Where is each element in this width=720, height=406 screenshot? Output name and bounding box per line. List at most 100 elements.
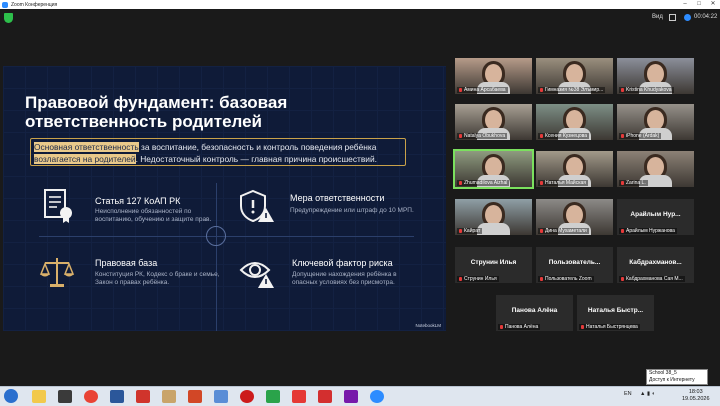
participant-tile[interactable]: Zhumadilova Aizhal — [453, 149, 534, 189]
participant-name-label: iPhone (Ardak) — [619, 133, 662, 139]
onenote-icon[interactable] — [344, 390, 358, 403]
participant-name-label: Zhumadilova Aizhal — [457, 180, 510, 186]
card-title: Мера ответственности — [290, 193, 385, 203]
slide-title: Правовой фундамент: базовая ответственно… — [25, 93, 288, 131]
muted-mic-icon — [500, 325, 503, 329]
participant-tile[interactable]: Ксения Кузнецова — [536, 104, 613, 140]
paint-icon[interactable] — [214, 390, 228, 403]
participant-tile[interactable]: Кабдрахманов... Кабдрахманова Сая М... — [617, 247, 694, 283]
muted-mic-icon — [621, 181, 624, 185]
muted-mic-icon — [621, 277, 624, 281]
participant-name: Струнин Илья — [464, 276, 497, 282]
participant-tile[interactable]: Natalya Obukhova — [455, 104, 532, 140]
muted-mic-icon — [540, 88, 543, 92]
word-icon[interactable] — [110, 390, 124, 403]
pdf-icon[interactable] — [318, 390, 332, 403]
participant-tile[interactable]: Наталья Майская — [536, 151, 613, 187]
participant-video — [485, 205, 502, 225]
yandex-icon[interactable] — [136, 390, 150, 403]
card-description: Конституция РК, Кодекс о браке и семье, … — [95, 271, 220, 286]
muted-mic-icon — [459, 88, 462, 92]
opera-icon[interactable] — [240, 390, 254, 403]
participant-name-label: Арайлым Нуржанова — [619, 228, 677, 234]
window-titlebar: Zoom Конференция – □ ✕ — [0, 0, 720, 9]
participant-tile[interactable]: Гимназия №38 Элъмир... — [536, 58, 613, 94]
meeting-timer: 00:04:22 — [694, 14, 718, 20]
participant-tile[interactable]: Пользователь... Пользователь Zoom — [536, 247, 613, 283]
security-shield-icon[interactable] — [4, 13, 13, 23]
eye-warning-icon — [239, 262, 274, 288]
participant-video — [647, 64, 664, 84]
participant-name-label: Ксения Кузнецова — [538, 133, 590, 139]
windows-taskbar: EN ▲ ▮ ◖ 18:03 19.05.2026 — [0, 386, 720, 406]
taskbar-clock[interactable]: 18:03 19.05.2026 — [682, 389, 710, 403]
participant-name-label: Natalya Obukhova — [457, 133, 508, 139]
participant-display-name: Струнин Илья — [470, 259, 517, 266]
muted-mic-icon — [540, 134, 543, 138]
card-description: Допущение нахождения ребёнка в опасных у… — [292, 271, 397, 286]
game-icon[interactable] — [58, 390, 72, 403]
participant-name: Наталья Быстрянцева — [586, 324, 638, 330]
maximize-icon[interactable]: □ — [692, 0, 706, 9]
photos-icon[interactable] — [162, 390, 176, 403]
view-button[interactable]: Вид — [652, 14, 663, 20]
participant-display-name: Кабдрахманов... — [629, 259, 682, 266]
muted-mic-icon — [459, 229, 462, 233]
tooltip-line: Доступ к Интернету — [649, 377, 695, 383]
participant-name-label: Наталья Быстрянцева — [579, 324, 640, 330]
participant-video — [566, 205, 583, 225]
muted-mic-icon — [581, 325, 584, 329]
participant-video — [566, 157, 583, 177]
center-circle — [206, 226, 226, 246]
scales-icon — [39, 258, 75, 287]
participant-video — [485, 157, 502, 177]
participant-video — [647, 110, 664, 130]
divider — [216, 183, 217, 331]
video-icon[interactable] — [266, 390, 280, 403]
participant-tile[interactable]: Амина Арсабаева — [455, 58, 532, 94]
participant-tile[interactable]: Кайрат — [455, 199, 532, 235]
participant-tile[interactable]: Дина Мухаметали — [536, 199, 613, 235]
participant-name: Kristina Khudyakova — [626, 87, 672, 93]
participant-display-name: Пользователь... — [548, 259, 601, 266]
powerpoint-icon[interactable] — [188, 390, 202, 403]
network-tooltip: School 38_5 Доступ к Интернету — [646, 369, 708, 385]
participant-name: Наталья Майская — [545, 180, 586, 186]
chrome-icon[interactable] — [84, 390, 98, 403]
participant-name-label: Дина Мухаметали — [538, 228, 589, 234]
notebooklm-watermark: NotebookLM — [415, 323, 441, 328]
minimize-icon[interactable]: – — [678, 0, 692, 9]
muted-mic-icon — [621, 134, 624, 138]
participant-tile[interactable]: Панова Алёна Панова Алёна — [496, 295, 573, 331]
tray-icons[interactable]: ▲ ▮ ◖ — [640, 391, 655, 397]
participant-tile[interactable]: iPhone (Ardak) — [617, 104, 694, 140]
zoom-icon[interactable] — [370, 390, 384, 403]
intro-text: Основная ответственность за воспитание, … — [34, 141, 404, 165]
window-title: Zoom Конференция — [11, 1, 58, 8]
participant-video — [485, 64, 502, 84]
yandex-browser-icon[interactable] — [292, 390, 306, 403]
muted-mic-icon — [459, 181, 462, 185]
participant-name: Амина Арсабаева — [464, 87, 506, 93]
card-title: Статья 127 КоАП РК — [95, 196, 181, 206]
participant-name-label: Амина Арсабаева — [457, 87, 508, 93]
explorer-icon[interactable] — [32, 390, 46, 403]
intro-rest: . Недостаточный контроль — главная причи… — [135, 154, 377, 164]
clock-date: 19.05.2026 — [682, 396, 710, 402]
view-grid-icon[interactable] — [669, 14, 676, 21]
clock-time: 18:03 — [688, 389, 703, 395]
close-icon[interactable]: ✕ — [706, 0, 720, 9]
participant-name: Zhumadilova Aizhal — [464, 180, 508, 186]
participant-tile[interactable]: Наталья Быстр... Наталья Быстрянцева — [577, 295, 654, 331]
participant-tile[interactable]: Струнин Илья Струнин Илья — [455, 247, 532, 283]
participant-display-name: Панова Алёна — [511, 307, 558, 314]
participant-name: Панова Алёна — [505, 324, 539, 330]
start-button-icon[interactable] — [4, 389, 18, 403]
participant-tile[interactable]: Zarina L. — [617, 151, 694, 187]
participant-tile[interactable]: Арайлым Нур... Арайлым Нуржанова — [617, 199, 694, 235]
muted-mic-icon — [540, 229, 543, 233]
participant-tile[interactable]: Kristina Khudyakova — [617, 58, 694, 94]
participant-name-label: Наталья Майская — [538, 180, 588, 186]
language-indicator[interactable]: EN — [624, 391, 632, 397]
participant-name: Zarina L. — [626, 180, 646, 186]
